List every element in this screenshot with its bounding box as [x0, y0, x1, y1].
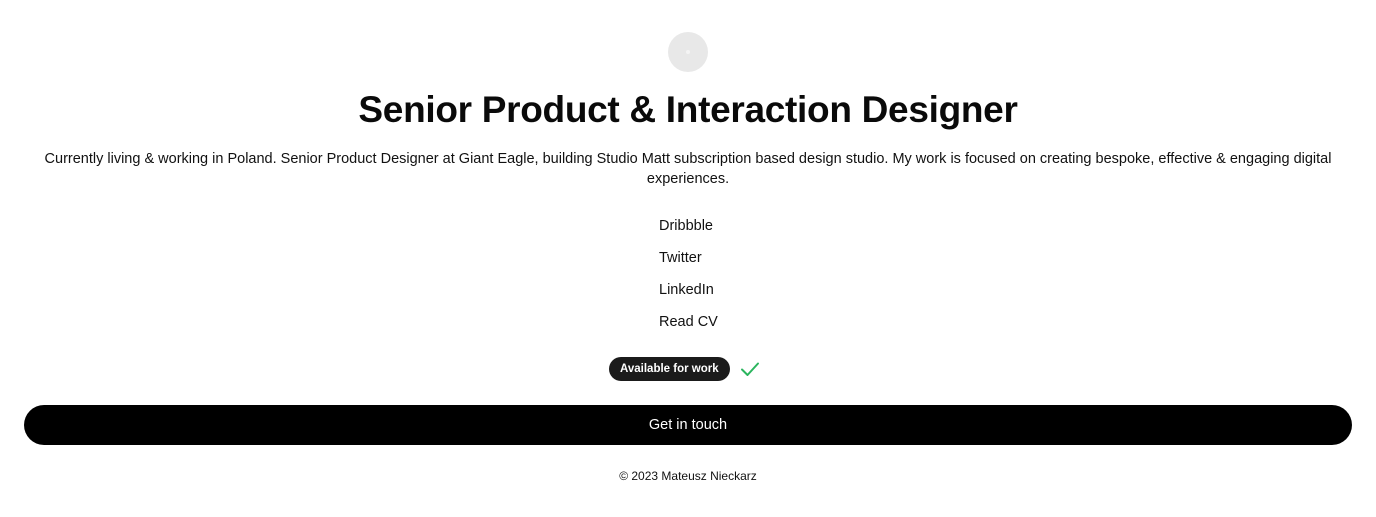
get-in-touch-button[interactable]: Get in touch — [24, 405, 1352, 445]
read-cv-link[interactable]: Read CV — [659, 314, 718, 330]
link-item-twitter: Twitter — [659, 248, 718, 280]
page: Senior Product & Interaction Designer Cu… — [0, 0, 1376, 517]
twitter-link[interactable]: Twitter — [659, 250, 702, 266]
bio-text: Currently living & working in Poland. Se… — [44, 151, 1332, 187]
link-item-read-cv: Read CV — [659, 312, 718, 344]
availability-status: Available for work — [609, 357, 760, 381]
social-links-list: Dribbble Twitter LinkedIn Read CV — [659, 216, 718, 344]
footer-copyright: © 2023 Mateusz Nieckarz — [619, 469, 757, 483]
link-item-linkedin: LinkedIn — [659, 280, 718, 312]
checkmark-icon — [740, 362, 759, 376]
link-item-dribbble: Dribbble — [659, 216, 718, 248]
avatar — [668, 32, 708, 72]
avatar-placeholder-dot — [686, 50, 690, 54]
linkedin-link[interactable]: LinkedIn — [659, 282, 714, 298]
status-badge: Available for work — [609, 357, 730, 381]
dribbble-link[interactable]: Dribbble — [659, 218, 713, 234]
page-title: Senior Product & Interaction Designer — [358, 89, 1018, 130]
